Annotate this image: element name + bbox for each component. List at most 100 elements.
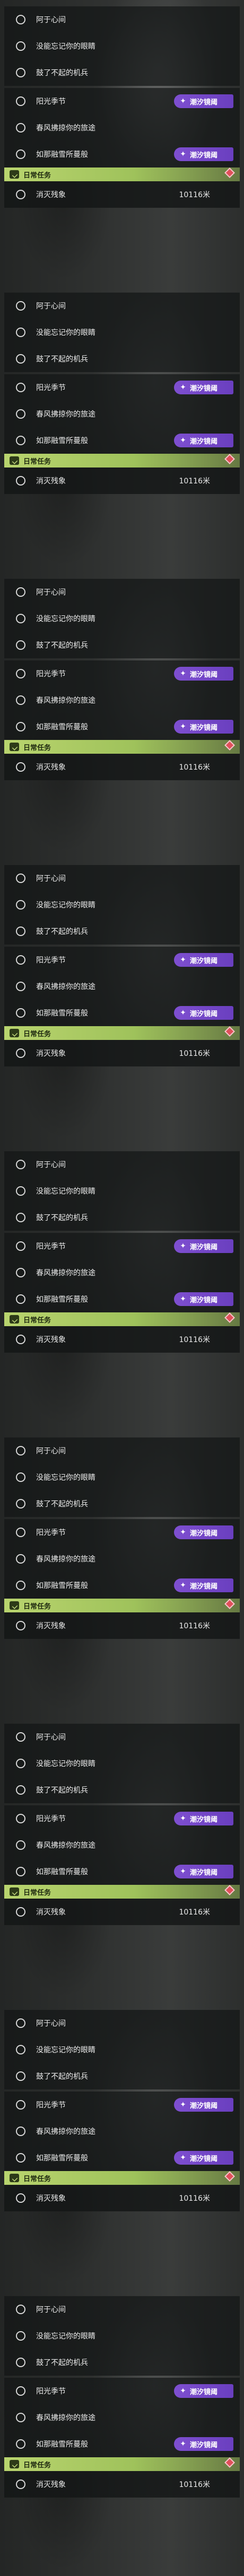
task-row[interactable]: 如那融雪所蔓般 ✦ 潮汐镜阈 <box>4 1000 240 1026</box>
circle-outline-icon <box>16 2018 25 2028</box>
task-row[interactable]: 如那融雪所蔓般 ✦ 潮汐镜阈 <box>4 1286 240 1312</box>
task-row[interactable]: 春风拂掠你的旅途 <box>4 973 240 1000</box>
task-row[interactable]: 没能忘记你的眼睛 <box>4 1464 240 1490</box>
task-row[interactable]: 阿于心间 <box>4 1151 240 1178</box>
task-row[interactable]: 没能忘记你的眼睛 <box>4 2323 240 2349</box>
daily-task-row[interactable]: 消灭残象 10116米 <box>4 1326 240 1353</box>
task-row[interactable]: 春风拂掠你的旅途 <box>4 1259 240 1286</box>
task-row[interactable]: 阳光季节 ✦ 潮汐镜阈 <box>4 2092 240 2118</box>
task-row[interactable]: 鼓了不起的机兵 <box>4 2349 240 2376</box>
task-row[interactable]: 阳光季节 ✦ 潮汐镜阈 <box>4 947 240 973</box>
circle-outline-icon <box>16 1186 25 1196</box>
daily-task-row[interactable]: 消灭残象 10116米 <box>4 1612 240 1639</box>
task-row[interactable]: 阳光季节 ✦ 潮汐镜阈 <box>4 660 240 687</box>
task-label: 阿于心间 <box>36 1161 66 1169</box>
task-row[interactable]: 没能忘记你的眼睛 <box>4 33 240 59</box>
task-label: 如那融雪所蔓般 <box>36 1868 88 1876</box>
task-row[interactable]: 没能忘记你的眼睛 <box>4 605 240 632</box>
task-row[interactable]: 如那融雪所蔓般 ✦ 潮汐镜阈 <box>4 1858 240 1885</box>
daily-task-row[interactable]: 消灭残象 10116米 <box>4 467 240 494</box>
mode-chip[interactable]: ✦ 潮汐镜阈 <box>174 2098 233 2112</box>
task-row[interactable]: 阳光季节 ✦ 潮汐镜阈 <box>4 1805 240 1832</box>
task-row[interactable]: 春风拂掠你的旅途 <box>4 2404 240 2431</box>
sparkle-icon: ✦ <box>180 1009 186 1017</box>
task-row[interactable]: 鼓了不起的机兵 <box>4 2063 240 2089</box>
sparkle-icon: ✦ <box>180 383 186 392</box>
task-row[interactable]: 鼓了不起的机兵 <box>4 59 240 86</box>
task-row[interactable]: 春风拂掠你的旅途 <box>4 2118 240 2145</box>
task-row[interactable]: 阿于心间 <box>4 6 240 33</box>
daily-task-row[interactable]: 消灭残象 10116米 <box>4 181 240 208</box>
task-row[interactable]: 春风拂掠你的旅途 <box>4 1546 240 1572</box>
task-row[interactable]: 没能忘记你的眼睛 <box>4 319 240 346</box>
mode-chip[interactable]: ✦ 潮汐镜阈 <box>174 953 233 967</box>
mode-chip[interactable]: ✦ 潮汐镜阈 <box>174 147 233 161</box>
task-row[interactable]: 阿于心间 <box>4 579 240 605</box>
daily-task-row[interactable]: 消灭残象 10116米 <box>4 2185 240 2211</box>
task-row[interactable]: 没能忘记你的眼睛 <box>4 1178 240 1204</box>
task-row[interactable]: 鼓了不起的机兵 <box>4 1777 240 1803</box>
task-label: 阳光季节 <box>36 98 66 106</box>
chip-label: 潮汐镜阈 <box>190 1010 218 1018</box>
task-row[interactable]: 春风拂掠你的旅途 <box>4 401 240 427</box>
task-row[interactable]: 如那融雪所蔓般 ✦ 潮汐镜阈 <box>4 1572 240 1599</box>
task-row[interactable]: 阿于心间 <box>4 865 240 892</box>
mode-chip[interactable]: ✦ 潮汐镜阈 <box>174 1812 233 1825</box>
task-row[interactable]: 没能忘记你的眼睛 <box>4 1750 240 1777</box>
circle-outline-icon <box>16 669 25 678</box>
task-row[interactable]: 阿于心间 <box>4 293 240 319</box>
task-row[interactable]: 如那融雪所蔓般 ✦ 潮汐镜阈 <box>4 2145 240 2171</box>
mode-chip[interactable]: ✦ 潮汐镜阈 <box>174 2437 233 2451</box>
task-row[interactable]: 阿于心间 <box>4 2296 240 2323</box>
circle-outline-icon <box>16 2386 25 2396</box>
task-row[interactable]: 春风拂掠你的旅途 <box>4 687 240 713</box>
task-row[interactable]: 鼓了不起的机兵 <box>4 1490 240 1517</box>
mode-chip[interactable]: ✦ 潮汐镜阈 <box>174 1239 233 1253</box>
daily-task-row[interactable]: 消灭残象 10116米 <box>4 1899 240 1925</box>
mode-chip[interactable]: ✦ 潮汐镜阈 <box>174 2151 233 2165</box>
task-row[interactable]: 阳光季节 ✦ 潮汐镜阈 <box>4 1519 240 1546</box>
mode-chip[interactable]: ✦ 潮汐镜阈 <box>174 1525 233 1539</box>
mode-chip[interactable]: ✦ 潮汐镜阈 <box>174 434 233 447</box>
distance-readout: 10116米 <box>179 1622 210 1630</box>
mode-chip[interactable]: ✦ 潮汐镜阈 <box>174 1578 233 1592</box>
task-row[interactable]: 没能忘记你的眼睛 <box>4 892 240 918</box>
task-row[interactable]: 如那融雪所蔓般 ✦ 潮汐镜阈 <box>4 713 240 740</box>
daily-task-row[interactable]: 消灭残象 10116米 <box>4 2471 240 2498</box>
mode-chip[interactable]: ✦ 潮汐镜阈 <box>174 381 233 394</box>
task-row[interactable]: 阿于心间 <box>4 1724 240 1750</box>
task-row[interactable]: 春风拂掠你的旅途 <box>4 114 240 141</box>
task-row[interactable]: 阳光季节 ✦ 潮汐镜阈 <box>4 88 240 114</box>
task-row[interactable]: 没能忘记你的眼睛 <box>4 2036 240 2063</box>
task-row[interactable]: 阳光季节 ✦ 潮汐镜阈 <box>4 1233 240 1259</box>
circle-outline-icon <box>16 149 25 159</box>
task-row[interactable]: 阿于心间 <box>4 2010 240 2036</box>
chip-label: 潮汐镜阈 <box>190 2102 218 2110</box>
daily-task-row[interactable]: 消灭残象 10116米 <box>4 1040 240 1066</box>
task-row[interactable]: 如那融雪所蔓般 ✦ 潮汐镜阈 <box>4 141 240 167</box>
calendar-icon <box>10 1029 19 1037</box>
task-row[interactable]: 如那融雪所蔓般 ✦ 潮汐镜阈 <box>4 2431 240 2457</box>
mode-chip[interactable]: ✦ 潮汐镜阈 <box>174 720 233 734</box>
mode-chip[interactable]: ✦ 潮汐镜阈 <box>174 1006 233 1020</box>
circle-outline-icon <box>16 1840 25 1850</box>
distance-readout: 10116米 <box>179 2194 210 2203</box>
task-row[interactable]: 阳光季节 ✦ 潮汐镜阈 <box>4 374 240 401</box>
task-row[interactable]: 阳光季节 ✦ 潮汐镜阈 <box>4 2378 240 2404</box>
task-row[interactable]: 鼓了不起的机兵 <box>4 346 240 372</box>
task-row[interactable]: 鼓了不起的机兵 <box>4 632 240 658</box>
diamond-gem-icon <box>224 454 235 464</box>
task-row[interactable]: 如那融雪所蔓般 ✦ 潮汐镜阈 <box>4 427 240 454</box>
daily-task-row[interactable]: 消灭残象 10116米 <box>4 754 240 780</box>
mode-chip[interactable]: ✦ 潮汐镜阈 <box>174 1865 233 1878</box>
task-label: 鼓了不起的机兵 <box>36 1786 88 1795</box>
task-row[interactable]: 鼓了不起的机兵 <box>4 1204 240 1231</box>
mode-chip[interactable]: ✦ 潮汐镜阈 <box>174 667 233 681</box>
task-row[interactable]: 鼓了不起的机兵 <box>4 918 240 945</box>
sparkle-icon: ✦ <box>180 2154 186 2162</box>
mode-chip[interactable]: ✦ 潮汐镜阈 <box>174 94 233 108</box>
mode-chip[interactable]: ✦ 潮汐镜阈 <box>174 1292 233 1306</box>
mode-chip[interactable]: ✦ 潮汐镜阈 <box>174 2384 233 2398</box>
task-row[interactable]: 阿于心间 <box>4 1437 240 1464</box>
task-row[interactable]: 春风拂掠你的旅途 <box>4 1832 240 1858</box>
